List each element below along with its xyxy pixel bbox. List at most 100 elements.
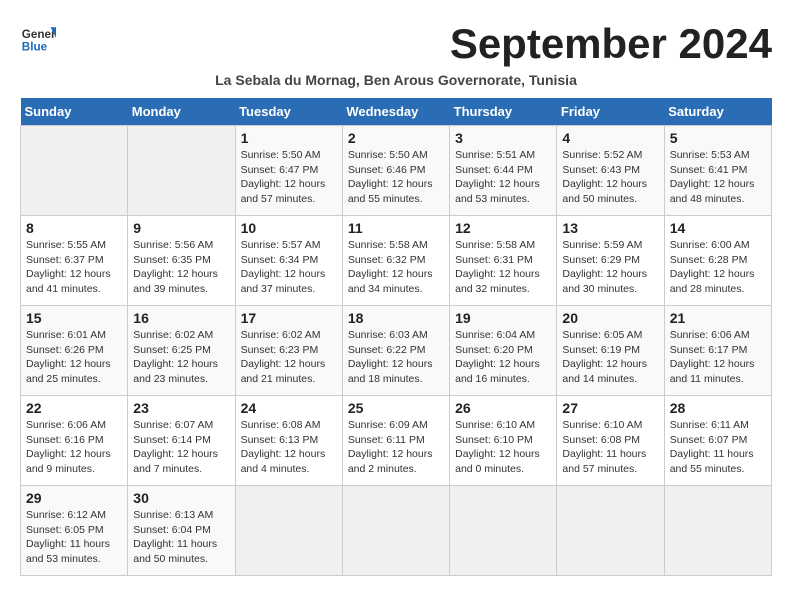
day-number: 14 (670, 220, 766, 236)
calendar-table: SundayMondayTuesdayWednesdayThursdayFrid… (20, 98, 772, 576)
calendar-body: 1 Sunrise: 5:50 AMSunset: 6:47 PMDayligh… (21, 126, 772, 576)
day-number: 25 (348, 400, 444, 416)
day-info: Sunrise: 5:57 AMSunset: 6:34 PMDaylight:… (241, 239, 326, 295)
day-number: 8 (26, 220, 122, 236)
day-info: Sunrise: 5:50 AMSunset: 6:46 PMDaylight:… (348, 149, 433, 205)
day-info: Sunrise: 5:59 AMSunset: 6:29 PMDaylight:… (562, 239, 647, 295)
weekday-thursday: Thursday (450, 98, 557, 126)
day-number: 4 (562, 130, 658, 146)
day-info: Sunrise: 6:02 AMSunset: 6:23 PMDaylight:… (241, 329, 326, 385)
day-info: Sunrise: 6:06 AMSunset: 6:16 PMDaylight:… (26, 419, 111, 475)
calendar-cell: 4 Sunrise: 5:52 AMSunset: 6:43 PMDayligh… (557, 126, 664, 216)
weekday-saturday: Saturday (664, 98, 771, 126)
day-info: Sunrise: 5:52 AMSunset: 6:43 PMDaylight:… (562, 149, 647, 205)
day-number: 28 (670, 400, 766, 416)
day-info: Sunrise: 5:50 AMSunset: 6:47 PMDaylight:… (241, 149, 326, 205)
day-number: 22 (26, 400, 122, 416)
day-info: Sunrise: 5:58 AMSunset: 6:31 PMDaylight:… (455, 239, 540, 295)
calendar-cell: 20 Sunrise: 6:05 AMSunset: 6:19 PMDaylig… (557, 306, 664, 396)
day-number: 1 (241, 130, 337, 146)
calendar-cell (342, 486, 449, 576)
svg-text:General: General (22, 28, 56, 41)
day-number: 15 (26, 310, 122, 326)
day-number: 20 (562, 310, 658, 326)
calendar-cell: 30 Sunrise: 6:13 AMSunset: 6:04 PMDaylig… (128, 486, 235, 576)
day-number: 3 (455, 130, 551, 146)
weekday-header-row: SundayMondayTuesdayWednesdayThursdayFrid… (21, 98, 772, 126)
day-number: 21 (670, 310, 766, 326)
calendar-cell: 22 Sunrise: 6:06 AMSunset: 6:16 PMDaylig… (21, 396, 128, 486)
day-number: 16 (133, 310, 229, 326)
calendar-cell: 17 Sunrise: 6:02 AMSunset: 6:23 PMDaylig… (235, 306, 342, 396)
day-number: 23 (133, 400, 229, 416)
day-info: Sunrise: 6:05 AMSunset: 6:19 PMDaylight:… (562, 329, 647, 385)
calendar-cell: 27 Sunrise: 6:10 AMSunset: 6:08 PMDaylig… (557, 396, 664, 486)
calendar-cell: 18 Sunrise: 6:03 AMSunset: 6:22 PMDaylig… (342, 306, 449, 396)
calendar-cell (235, 486, 342, 576)
calendar-cell: 3 Sunrise: 5:51 AMSunset: 6:44 PMDayligh… (450, 126, 557, 216)
day-info: Sunrise: 5:53 AMSunset: 6:41 PMDaylight:… (670, 149, 755, 205)
calendar-cell (21, 126, 128, 216)
day-number: 24 (241, 400, 337, 416)
calendar-cell: 5 Sunrise: 5:53 AMSunset: 6:41 PMDayligh… (664, 126, 771, 216)
weekday-wednesday: Wednesday (342, 98, 449, 126)
day-info: Sunrise: 6:01 AMSunset: 6:26 PMDaylight:… (26, 329, 111, 385)
month-title: September 2024 (450, 20, 772, 68)
calendar-week-2: 8 Sunrise: 5:55 AMSunset: 6:37 PMDayligh… (21, 216, 772, 306)
day-info: Sunrise: 6:09 AMSunset: 6:11 PMDaylight:… (348, 419, 433, 475)
day-number: 9 (133, 220, 229, 236)
day-number: 10 (241, 220, 337, 236)
day-number: 27 (562, 400, 658, 416)
calendar-cell: 12 Sunrise: 5:58 AMSunset: 6:31 PMDaylig… (450, 216, 557, 306)
day-info: Sunrise: 6:06 AMSunset: 6:17 PMDaylight:… (670, 329, 755, 385)
calendar-cell: 16 Sunrise: 6:02 AMSunset: 6:25 PMDaylig… (128, 306, 235, 396)
logo: General Blue (20, 20, 60, 56)
day-number: 18 (348, 310, 444, 326)
calendar-week-4: 22 Sunrise: 6:06 AMSunset: 6:16 PMDaylig… (21, 396, 772, 486)
day-number: 5 (670, 130, 766, 146)
day-info: Sunrise: 5:51 AMSunset: 6:44 PMDaylight:… (455, 149, 540, 205)
calendar-week-3: 15 Sunrise: 6:01 AMSunset: 6:26 PMDaylig… (21, 306, 772, 396)
page-header: General Blue September 2024 (20, 20, 772, 68)
calendar-cell (557, 486, 664, 576)
calendar-cell: 19 Sunrise: 6:04 AMSunset: 6:20 PMDaylig… (450, 306, 557, 396)
day-info: Sunrise: 6:00 AMSunset: 6:28 PMDaylight:… (670, 239, 755, 295)
day-info: Sunrise: 5:55 AMSunset: 6:37 PMDaylight:… (26, 239, 111, 295)
calendar-cell: 9 Sunrise: 5:56 AMSunset: 6:35 PMDayligh… (128, 216, 235, 306)
day-number: 17 (241, 310, 337, 326)
day-info: Sunrise: 6:11 AMSunset: 6:07 PMDaylight:… (670, 419, 754, 475)
calendar-cell: 29 Sunrise: 6:12 AMSunset: 6:05 PMDaylig… (21, 486, 128, 576)
day-number: 13 (562, 220, 658, 236)
calendar-week-5: 29 Sunrise: 6:12 AMSunset: 6:05 PMDaylig… (21, 486, 772, 576)
day-info: Sunrise: 5:58 AMSunset: 6:32 PMDaylight:… (348, 239, 433, 295)
day-number: 26 (455, 400, 551, 416)
day-number: 19 (455, 310, 551, 326)
day-info: Sunrise: 5:56 AMSunset: 6:35 PMDaylight:… (133, 239, 218, 295)
weekday-tuesday: Tuesday (235, 98, 342, 126)
calendar-cell: 24 Sunrise: 6:08 AMSunset: 6:13 PMDaylig… (235, 396, 342, 486)
day-number: 2 (348, 130, 444, 146)
calendar-cell: 11 Sunrise: 5:58 AMSunset: 6:32 PMDaylig… (342, 216, 449, 306)
day-number: 12 (455, 220, 551, 236)
location-subtitle: La Sebala du Mornag, Ben Arous Governora… (20, 72, 772, 88)
weekday-monday: Monday (128, 98, 235, 126)
day-number: 30 (133, 490, 229, 506)
day-info: Sunrise: 6:10 AMSunset: 6:08 PMDaylight:… (562, 419, 646, 475)
weekday-sunday: Sunday (21, 98, 128, 126)
calendar-week-1: 1 Sunrise: 5:50 AMSunset: 6:47 PMDayligh… (21, 126, 772, 216)
day-info: Sunrise: 6:04 AMSunset: 6:20 PMDaylight:… (455, 329, 540, 385)
day-info: Sunrise: 6:12 AMSunset: 6:05 PMDaylight:… (26, 509, 110, 565)
calendar-cell: 1 Sunrise: 5:50 AMSunset: 6:47 PMDayligh… (235, 126, 342, 216)
day-info: Sunrise: 6:02 AMSunset: 6:25 PMDaylight:… (133, 329, 218, 385)
calendar-cell: 23 Sunrise: 6:07 AMSunset: 6:14 PMDaylig… (128, 396, 235, 486)
day-info: Sunrise: 6:10 AMSunset: 6:10 PMDaylight:… (455, 419, 540, 475)
day-number: 11 (348, 220, 444, 236)
day-info: Sunrise: 6:13 AMSunset: 6:04 PMDaylight:… (133, 509, 217, 565)
day-number: 29 (26, 490, 122, 506)
day-info: Sunrise: 6:03 AMSunset: 6:22 PMDaylight:… (348, 329, 433, 385)
calendar-cell: 25 Sunrise: 6:09 AMSunset: 6:11 PMDaylig… (342, 396, 449, 486)
calendar-cell: 14 Sunrise: 6:00 AMSunset: 6:28 PMDaylig… (664, 216, 771, 306)
calendar-cell: 28 Sunrise: 6:11 AMSunset: 6:07 PMDaylig… (664, 396, 771, 486)
calendar-cell: 21 Sunrise: 6:06 AMSunset: 6:17 PMDaylig… (664, 306, 771, 396)
logo-icon: General Blue (20, 20, 56, 56)
